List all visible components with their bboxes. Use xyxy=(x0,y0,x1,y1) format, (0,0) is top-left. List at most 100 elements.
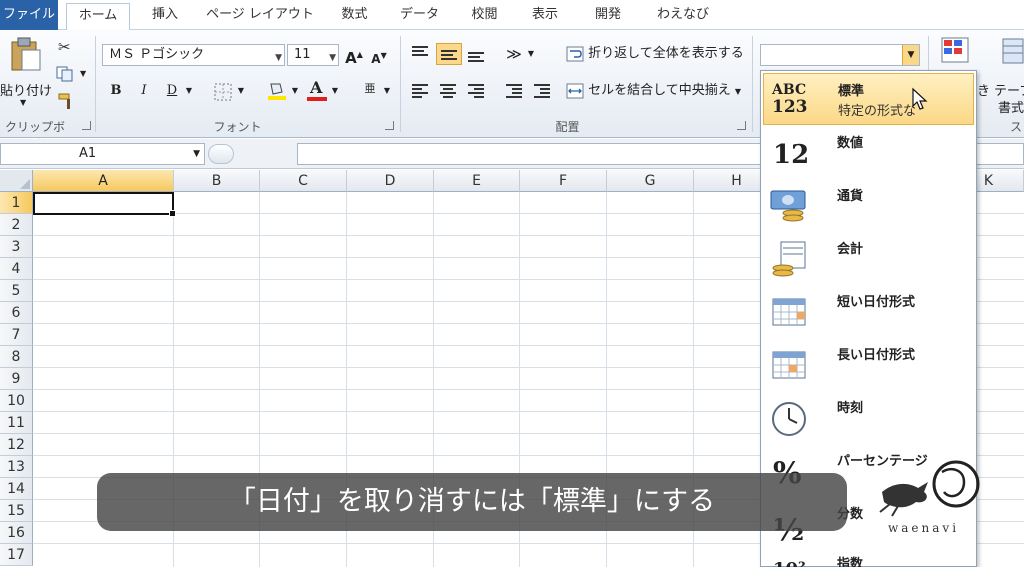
format-option-currency[interactable]: 通貨 xyxy=(763,179,974,231)
format-option-label: 時刻 xyxy=(837,401,864,416)
copy-dropdown-arrow-icon[interactable]: ▼ xyxy=(80,69,86,78)
conditional-formatting-icon[interactable] xyxy=(940,36,970,64)
column-header-g[interactable]: G xyxy=(607,170,694,192)
exponent-icon: 10² xyxy=(769,555,809,567)
accounting-icon xyxy=(772,241,806,277)
tab-insert[interactable]: 挿入 xyxy=(140,3,190,30)
copy-icon[interactable] xyxy=(56,66,74,82)
row-header-15[interactable]: 15 xyxy=(0,500,33,522)
row-header-14[interactable]: 14 xyxy=(0,478,33,500)
increase-indent-icon[interactable] xyxy=(534,82,550,100)
formula-bar-resize-icon[interactable] xyxy=(208,144,234,164)
active-cell-a1[interactable] xyxy=(33,192,176,217)
shrink-font-icon[interactable]: A▼ xyxy=(370,45,388,67)
row-header-10[interactable]: 10 xyxy=(0,390,33,412)
name-box[interactable]: A1 ▼ xyxy=(0,143,205,165)
tab-home[interactable]: ホーム xyxy=(66,3,130,31)
chevron-down-icon[interactable]: ▼ xyxy=(330,80,340,102)
font-size-combo[interactable]: 11 ▼ xyxy=(287,44,339,66)
align-top-icon[interactable] xyxy=(412,44,428,58)
format-option-general[interactable]: ABC 123 標準 特定の形式な xyxy=(763,73,974,125)
phonetic-guide-icon[interactable]: 亜 xyxy=(360,78,380,100)
column-header-c[interactable]: C xyxy=(260,170,347,192)
tab-review[interactable]: 校閲 xyxy=(462,3,507,30)
format-option-short-date[interactable]: 短い日付形式 xyxy=(763,285,974,337)
font-color-icon[interactable]: A xyxy=(306,78,328,102)
format-option-long-date[interactable]: 長い日付形式 xyxy=(763,338,974,390)
format-option-label: 指数 xyxy=(837,557,864,567)
format-option-number[interactable]: 12 数値 xyxy=(763,126,974,178)
row-header-11[interactable]: 11 xyxy=(0,412,33,434)
font-name-combo[interactable]: ＭＳ Ｐゴシック ▼ xyxy=(102,44,285,66)
name-box-value: A1 xyxy=(79,146,97,161)
fill-color-icon[interactable] xyxy=(266,80,288,102)
underline-icon[interactable]: D xyxy=(164,80,180,102)
row-header-3[interactable]: 3 xyxy=(0,236,33,258)
format-option-accounting[interactable]: 会計 xyxy=(763,232,974,284)
format-as-table-icon[interactable] xyxy=(1002,38,1024,64)
row-header-13[interactable]: 13 xyxy=(0,456,33,478)
align-right-icon[interactable] xyxy=(468,82,484,100)
column-header-d[interactable]: D xyxy=(347,170,434,192)
chevron-down-icon: ▼ xyxy=(329,53,336,63)
tab-formulas[interactable]: 数式 xyxy=(332,3,377,30)
tab-data[interactable]: データ xyxy=(392,3,447,30)
orientation-icon[interactable]: ≫ xyxy=(503,43,525,65)
row-header-9[interactable]: 9 xyxy=(0,368,33,390)
tab-waenavi[interactable]: わえなび xyxy=(648,3,718,30)
tab-page-layout[interactable]: ページ レイアウト xyxy=(205,3,315,30)
tab-file[interactable]: ファイル xyxy=(0,0,58,30)
row-header-5[interactable]: 5 xyxy=(0,280,33,302)
merge-center-button[interactable]: セルを結合して中央揃え ▼ xyxy=(566,80,751,102)
align-middle-button[interactable] xyxy=(436,43,462,65)
format-option-scientific[interactable]: 10² 指数 xyxy=(763,547,974,567)
row-header-8[interactable]: 8 xyxy=(0,346,33,368)
cut-icon[interactable]: ✂ xyxy=(58,38,71,56)
paste-dropdown-arrow-icon[interactable]: ▼ xyxy=(20,98,26,107)
chevron-down-icon[interactable]: ▼ xyxy=(184,80,194,102)
chevron-down-icon[interactable]: ▼ xyxy=(236,80,246,102)
group-separator xyxy=(95,36,96,132)
tab-developer[interactable]: 開発 xyxy=(583,3,633,30)
decrease-indent-icon[interactable] xyxy=(506,82,522,100)
wrap-text-button[interactable]: 折り返して全体を表示する xyxy=(566,43,751,65)
grow-font-icon[interactable]: A▲ xyxy=(345,44,363,67)
chevron-down-icon: ▼ xyxy=(734,87,742,96)
align-middle-icon xyxy=(441,48,457,62)
alignment-launcher-icon[interactable] xyxy=(737,121,746,130)
align-center-icon[interactable] xyxy=(440,82,456,100)
chevron-down-icon[interactable]: ▼ xyxy=(382,80,392,102)
column-header-a[interactable]: A xyxy=(33,170,174,192)
styles-group-label-partial: ス xyxy=(1010,120,1023,134)
row-header-2[interactable]: 2 xyxy=(0,214,33,236)
row-header-7[interactable]: 7 xyxy=(0,324,33,346)
font-launcher-icon[interactable] xyxy=(385,121,394,130)
paste-button[interactable]: 貼り付け ▼ xyxy=(0,34,52,107)
column-header-b[interactable]: B xyxy=(174,170,260,192)
column-header-e[interactable]: E xyxy=(434,170,520,192)
row-header-6[interactable]: 6 xyxy=(0,302,33,324)
format-option-label: 会計 xyxy=(837,242,864,257)
format-painter-icon[interactable] xyxy=(57,92,75,110)
select-all-button[interactable] xyxy=(0,170,33,192)
row-header-12[interactable]: 12 xyxy=(0,434,33,456)
number-format-dropdown-button[interactable]: ▼ xyxy=(902,45,919,65)
format-option-time[interactable]: 時刻 xyxy=(763,391,974,443)
chevron-down-icon[interactable]: ▼ xyxy=(290,80,300,102)
row-header-17[interactable]: 17 xyxy=(0,544,33,566)
align-left-icon[interactable] xyxy=(412,82,428,100)
italic-icon[interactable]: I xyxy=(136,80,152,102)
chevron-down-icon[interactable]: ▼ xyxy=(526,43,536,65)
column-header-f[interactable]: F xyxy=(520,170,607,192)
align-bottom-icon[interactable] xyxy=(468,50,484,64)
bold-icon[interactable]: B xyxy=(108,80,124,102)
format-option-label: 短い日付形式 xyxy=(837,295,916,310)
chevron-down-icon[interactable]: ▼ xyxy=(193,144,200,164)
borders-icon[interactable] xyxy=(214,83,232,101)
tab-view[interactable]: 表示 xyxy=(520,3,570,30)
clipboard-launcher-icon[interactable] xyxy=(82,121,91,130)
row-header-4[interactable]: 4 xyxy=(0,258,33,280)
row-header-1[interactable]: 1 xyxy=(0,192,33,214)
number-format-combo[interactable]: ▼ xyxy=(760,44,920,66)
row-header-16[interactable]: 16 xyxy=(0,522,33,544)
